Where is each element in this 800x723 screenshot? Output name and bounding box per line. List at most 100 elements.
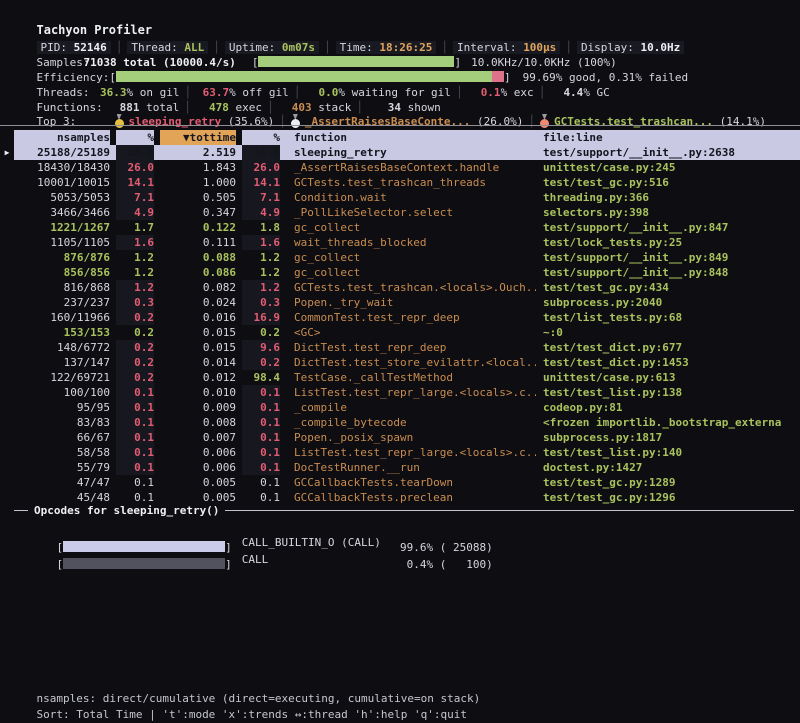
cell-nsamples: 25188/25189 — [14, 145, 110, 160]
cell-cumulative-percent: 98.4 — [242, 370, 280, 385]
table-row[interactable]: 66/67 0.1 0.007 0.1 Popen._posix_spawn s… — [0, 430, 800, 445]
header-separator-line — [0, 125, 800, 126]
table-row[interactable]: 160/11966 0.2 0.016 16.9 CommonTest.test… — [0, 310, 800, 325]
cell-tottime: 0.006 — [160, 460, 236, 475]
cell-nsamples: 58/58 — [14, 445, 110, 460]
table-row[interactable]: 876/876 1.2 0.088 1.2 gc_collect test/su… — [0, 250, 800, 265]
cell-cumulative-percent: 7.1 — [242, 190, 280, 205]
cell-cumulative-percent: 0.1 — [242, 460, 280, 475]
header-cumulative-percent[interactable]: % — [242, 130, 280, 145]
cell-function: Popen._posix_spawn — [280, 430, 536, 445]
cell-direct-percent: 0.2 — [116, 355, 154, 370]
cell-function: GCTests.test_trashcan.<locals>.Ouch... — [280, 280, 536, 295]
bar-close-bracket: ] — [225, 558, 232, 571]
table-row[interactable]: 153/153 0.2 0.015 0.2 <GC> ~:0 — [0, 325, 800, 340]
table-row[interactable]: 148/6772 0.2 0.015 9.6 DictTest.test_rep… — [0, 340, 800, 355]
table-row[interactable]: 137/147 0.2 0.014 0.2 DictTest.test_stor… — [0, 355, 800, 370]
cell-tottime: 0.122 — [160, 220, 236, 235]
opcode-row: []CALL_BUILTIN_O (CALL)99.6% ( 25088) — [0, 519, 800, 535]
table-row[interactable]: 122/69721 0.2 0.012 98.4 TestCase._callT… — [0, 370, 800, 385]
functions-line: Functions:881 total│478 exec│403 stack│3… — [0, 85, 800, 100]
opcode-bar-call — [63, 558, 225, 569]
cell-nsamples: 122/69721 — [14, 370, 110, 385]
cell-cumulative-percent: 1.2 — [242, 250, 280, 265]
cell-cumulative-percent: 9.6 — [242, 340, 280, 355]
header-tottime-sorted[interactable]: ▼tottime — [160, 130, 236, 145]
opcodes-title: Opcodes for sleeping_retry() — [34, 503, 219, 518]
cell-direct-percent: 1.2 — [116, 265, 154, 280]
cell-nsamples: 18430/18430 — [14, 160, 110, 175]
selected-row-marker — [0, 190, 14, 205]
table-row[interactable]: 237/237 0.3 0.024 0.3 Popen._try_wait su… — [0, 295, 800, 310]
table-row[interactable]: 856/856 1.2 0.086 1.2 gc_collect test/su… — [0, 265, 800, 280]
cell-nsamples: 3466/3466 — [14, 205, 110, 220]
header-nsamples[interactable]: nsamples — [14, 130, 110, 145]
cell-function: sleeping_retry — [280, 145, 536, 160]
cell-tottime: 0.009 — [160, 400, 236, 415]
cell-nsamples: 1105/1105 — [14, 235, 110, 250]
tachyon-profiler-screen: Tachyon Profiler PID: 52146│Thread: ALL│… — [0, 0, 800, 723]
cell-cumulative-percent: 26.0 — [242, 160, 280, 175]
function-table-body: ▶ 25188/25189 35.6 2.519 35.6 sleeping_r… — [0, 145, 800, 505]
cell-cumulative-percent: 0.1 — [242, 445, 280, 460]
table-row[interactable]: 83/83 0.1 0.008 0.1 _compile_bytecode <f… — [0, 415, 800, 430]
top3-third-name: GCTests.test_trashcan... — [554, 115, 713, 128]
top3-third-pct: (14.1%) — [720, 115, 766, 128]
cell-tottime: 0.111 — [160, 235, 236, 250]
cell-nsamples: 55/79 — [14, 460, 110, 475]
selected-row-marker — [0, 220, 14, 235]
cell-direct-percent: 14.1 — [116, 175, 154, 190]
cell-tottime: 0.015 — [160, 340, 236, 355]
selected-row-marker — [0, 400, 14, 415]
cell-cumulative-percent: 0.2 — [242, 325, 280, 340]
selected-row-marker — [0, 265, 14, 280]
header-function[interactable]: function — [280, 130, 536, 145]
cell-tottime: 0.014 — [160, 355, 236, 370]
cell-cumulative-percent: 35.6 — [242, 145, 280, 160]
cell-cumulative-percent: 1.2 — [242, 265, 280, 280]
table-row[interactable]: 95/95 0.1 0.009 0.1 _compile codeop.py:8… — [0, 400, 800, 415]
cell-direct-percent: 26.0 — [116, 160, 154, 175]
cell-function: _compile_bytecode — [280, 415, 536, 430]
table-row[interactable]: 1221/1267 1.7 0.122 1.8 gc_collect test/… — [0, 220, 800, 235]
cell-function: Condition.wait — [280, 190, 536, 205]
legend-line: nsamples: direct/cumulative (direct=exec… — [0, 676, 800, 691]
selected-row-marker — [0, 385, 14, 400]
table-row[interactable]: 3466/3466 4.9 0.347 4.9 _PollLikeSelecto… — [0, 205, 800, 220]
cell-direct-percent: 0.3 — [116, 295, 154, 310]
cell-file-line: subprocess.py:2040 — [536, 295, 800, 310]
table-row[interactable]: 55/79 0.1 0.006 0.1 DocTestRunner.__run … — [0, 460, 800, 475]
opcode-percent: 0.4% ( 100) — [397, 557, 493, 573]
selected-row-marker — [0, 205, 14, 220]
cell-direct-percent: 0.1 — [116, 460, 154, 475]
cell-nsamples: 83/83 — [14, 415, 110, 430]
cell-cumulative-percent: 1.8 — [242, 220, 280, 235]
cell-function: _PollLikeSelector.select — [280, 205, 536, 220]
opcode-row: []CALL0.4% ( 100) — [0, 536, 800, 552]
selected-row-marker — [0, 295, 14, 310]
cell-cumulative-percent: 0.1 — [242, 415, 280, 430]
selected-row-marker — [0, 310, 14, 325]
table-row[interactable]: 816/868 1.2 0.082 1.2 GCTests.test_trash… — [0, 280, 800, 295]
cell-direct-percent: 1.2 — [116, 250, 154, 265]
cell-cumulative-percent: 16.9 — [242, 310, 280, 325]
table-row[interactable]: 10001/10015 14.1 1.000 14.1 GCTests.test… — [0, 175, 800, 190]
table-row[interactable]: 18430/18430 26.0 1.843 26.0 _AssertRaise… — [0, 160, 800, 175]
cell-direct-percent: 0.1 — [116, 445, 154, 460]
cell-function: DictTest.test_repr_deep — [280, 340, 536, 355]
cell-file-line: test/support/__init__.py:849 — [536, 250, 800, 265]
table-row[interactable]: 100/100 0.1 0.010 0.1 ListTest.test_repr… — [0, 385, 800, 400]
cell-cumulative-percent: 0.1 — [242, 400, 280, 415]
header-file-line[interactable]: file:line — [536, 130, 800, 145]
table-row[interactable]: 58/58 0.1 0.006 0.1 ListTest.test_repr_l… — [0, 445, 800, 460]
table-row[interactable]: 1105/1105 1.6 0.111 1.6 wait_threads_blo… — [0, 235, 800, 250]
threads-line: Threads:36.3% on gil│63.7% off gil│0.0% … — [0, 70, 800, 85]
header-direct-percent[interactable]: % — [116, 130, 154, 145]
table-row[interactable]: ▶ 25188/25189 35.6 2.519 35.6 sleeping_r… — [0, 145, 800, 160]
cell-nsamples: 1221/1267 — [14, 220, 110, 235]
cell-tottime: 0.024 — [160, 295, 236, 310]
table-row[interactable]: 5053/5053 7.1 0.505 7.1 Condition.wait t… — [0, 190, 800, 205]
cell-tottime: 0.012 — [160, 370, 236, 385]
cell-file-line: codeop.py:81 — [536, 400, 800, 415]
table-row[interactable]: 47/47 0.1 0.005 0.1 GCCallbackTests.tear… — [0, 475, 800, 490]
